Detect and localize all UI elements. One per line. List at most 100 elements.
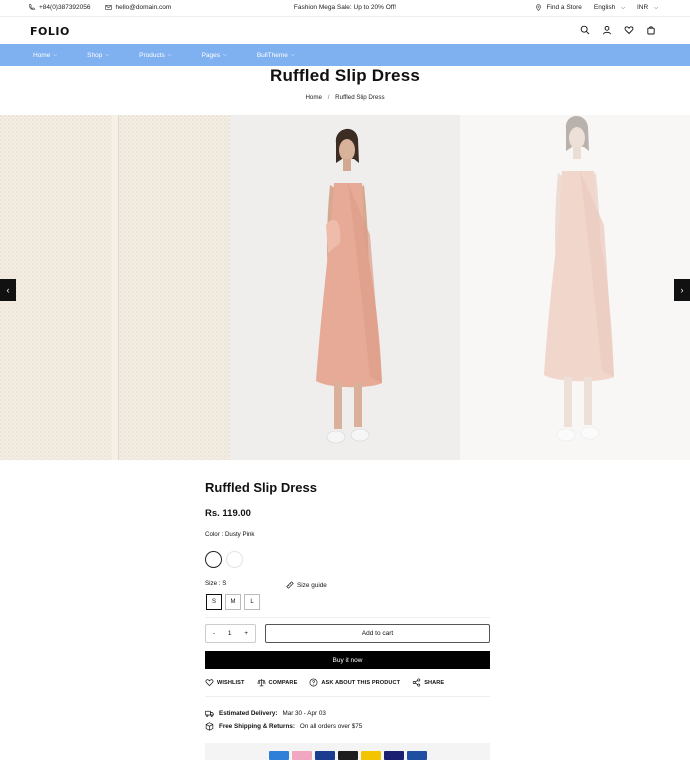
nav-item-label: Shop xyxy=(87,51,103,59)
delivery-value: Mar 30 - Apr 03 xyxy=(282,710,326,717)
size-guide-label: Size guide xyxy=(297,581,327,589)
delivery-label: Estimated Delivery: xyxy=(219,710,278,717)
compare-label: COMPARE xyxy=(268,679,298,686)
share-label: SHARE xyxy=(424,679,445,686)
gallery-image-model-faded[interactable] xyxy=(460,115,690,460)
search-icon[interactable] xyxy=(580,25,590,35)
amex-icon xyxy=(268,751,289,760)
nav-item-label: BullTheme xyxy=(256,51,288,59)
logo[interactable]: FOLIO xyxy=(30,25,70,38)
model-photo xyxy=(230,115,460,460)
klarna-icon xyxy=(291,751,312,760)
model-photo-faded xyxy=(460,115,690,460)
share-icon xyxy=(412,678,421,687)
estimated-delivery: Estimated Delivery: Mar 30 - Apr 03 xyxy=(205,709,326,718)
breadcrumb: Home / Ruffled Slip Dress xyxy=(0,94,690,101)
swatch-fill xyxy=(208,554,219,565)
truck-icon xyxy=(205,710,214,717)
buy-now-button[interactable]: Buy it now xyxy=(205,651,490,669)
add-to-cart-button[interactable]: Add to cart xyxy=(265,624,490,643)
question-circle-icon xyxy=(309,678,318,687)
shipping-label: Free Shipping & Returns: xyxy=(219,723,295,730)
card-icon xyxy=(360,751,381,760)
color-swatch-selected[interactable] xyxy=(205,551,222,568)
chevron-down-icon: ⌵ xyxy=(105,52,110,58)
chevron-down-icon: ⌵ xyxy=(167,52,172,58)
chevron-down-icon: ⌵ xyxy=(654,4,658,11)
page-title: Ruffled Slip Dress xyxy=(269,66,421,85)
size-option-s[interactable]: S xyxy=(206,594,222,610)
nav-item-products[interactable]: Products ⌵ xyxy=(139,52,171,59)
email-link[interactable]: hello@domain.com xyxy=(104,4,172,11)
shipping-value: On all orders over $75 xyxy=(299,723,363,730)
topbar-utilities: Find a Store English ⌵ INR ⌵ xyxy=(535,4,658,11)
share-button[interactable]: SHARE xyxy=(412,678,444,687)
gallery-next-button[interactable]: › xyxy=(674,279,690,301)
paypal-icon xyxy=(406,751,427,760)
promo-text[interactable]: Fashion Mega Sale: Up to 20% Off! xyxy=(294,4,396,11)
color-swatch[interactable] xyxy=(226,551,243,568)
payment-methods xyxy=(205,743,490,760)
nav-item-bulltheme[interactable]: BullTheme ⌵ xyxy=(257,52,295,59)
card-icon xyxy=(314,751,335,760)
ruler-icon xyxy=(286,581,294,589)
quantity-increase-button[interactable]: + xyxy=(244,630,248,637)
currency-selector[interactable]: INR ⌵ xyxy=(637,4,658,11)
phone-link[interactable]: +84(0)387392056 xyxy=(28,4,91,11)
heart-icon xyxy=(205,679,214,687)
gallery-image-fabric[interactable] xyxy=(0,115,230,460)
language-value: English xyxy=(593,4,616,11)
product-gallery[interactable]: ‹ › xyxy=(0,115,690,460)
account-icon[interactable] xyxy=(602,25,612,35)
size-option-m[interactable]: M xyxy=(225,594,241,610)
chevron-left-icon: ‹ xyxy=(6,285,10,295)
ask-question-label: ASK ABOUT THIS PRODUCT xyxy=(321,679,401,686)
mail-icon xyxy=(104,5,112,10)
scale-icon xyxy=(256,679,266,687)
product-actions: WISHLIST COMPARE ASK ABOUT THIS PRODUCT … xyxy=(205,678,456,687)
color-label: Color : Dusty Pink xyxy=(205,531,255,538)
nav-item-label: Pages xyxy=(201,51,221,59)
size-label: Size : S xyxy=(205,580,227,587)
email-address: hello@domain.com xyxy=(115,4,172,11)
wishlist-button[interactable]: WISHLIST xyxy=(205,678,245,687)
language-selector[interactable]: English ⌵ xyxy=(594,4,625,11)
compare-button[interactable]: COMPARE xyxy=(256,678,298,687)
find-store-label: Find a Store xyxy=(546,4,582,11)
size-guide-link[interactable]: Size guide xyxy=(286,581,327,589)
site-header: FOLIO xyxy=(0,16,690,44)
gallery-prev-button[interactable]: ‹ xyxy=(0,279,16,301)
chevron-down-icon: ⌵ xyxy=(53,52,58,58)
header-icons xyxy=(580,25,656,35)
phone-icon xyxy=(29,4,35,11)
chevron-down-icon: ⌵ xyxy=(290,52,295,58)
breadcrumb-separator: / xyxy=(327,94,330,101)
visa-icon xyxy=(383,751,404,760)
chevron-down-icon: ⌵ xyxy=(223,52,227,58)
location-pin-icon xyxy=(536,4,542,11)
nav-item-label: Products xyxy=(139,51,165,59)
top-bar: +84(0)387392056 hello@domain.com Fashion… xyxy=(0,0,690,16)
product-name: Ruffled Slip Dress xyxy=(205,480,317,495)
nav-item-shop[interactable]: Shop ⌵ xyxy=(87,52,109,59)
quantity-stepper: - 1 + xyxy=(205,624,256,643)
free-shipping-returns: Free Shipping & Returns: On all orders o… xyxy=(205,722,362,731)
nav-item-pages[interactable]: Pages ⌵ xyxy=(202,52,227,59)
find-store-link[interactable]: Find a Store xyxy=(535,4,582,11)
nav-item-home[interactable]: Home ⌵ xyxy=(33,52,57,59)
size-option-l[interactable]: L xyxy=(244,594,260,610)
quantity-decrease-button[interactable]: - xyxy=(213,630,215,637)
chevron-right-icon: › xyxy=(680,285,684,295)
quantity-value[interactable]: 1 xyxy=(228,630,232,637)
main-navigation: Home ⌵ Shop ⌵ Products ⌵ Pages ⌵ BullTheme ⌵ xyxy=(0,44,690,66)
heart-icon[interactable] xyxy=(624,25,634,35)
gallery-image-model-front[interactable] xyxy=(230,115,460,460)
breadcrumb-home[interactable]: Home xyxy=(305,94,322,101)
product-price: Rs. 119.00 xyxy=(205,508,251,519)
nav-item-label: Home xyxy=(33,51,51,59)
divider xyxy=(205,696,490,697)
cart-bag-icon[interactable] xyxy=(646,25,656,35)
ask-question-button[interactable]: ASK ABOUT THIS PRODUCT xyxy=(309,678,400,687)
divider xyxy=(205,617,490,618)
currency-value: INR xyxy=(637,4,649,11)
